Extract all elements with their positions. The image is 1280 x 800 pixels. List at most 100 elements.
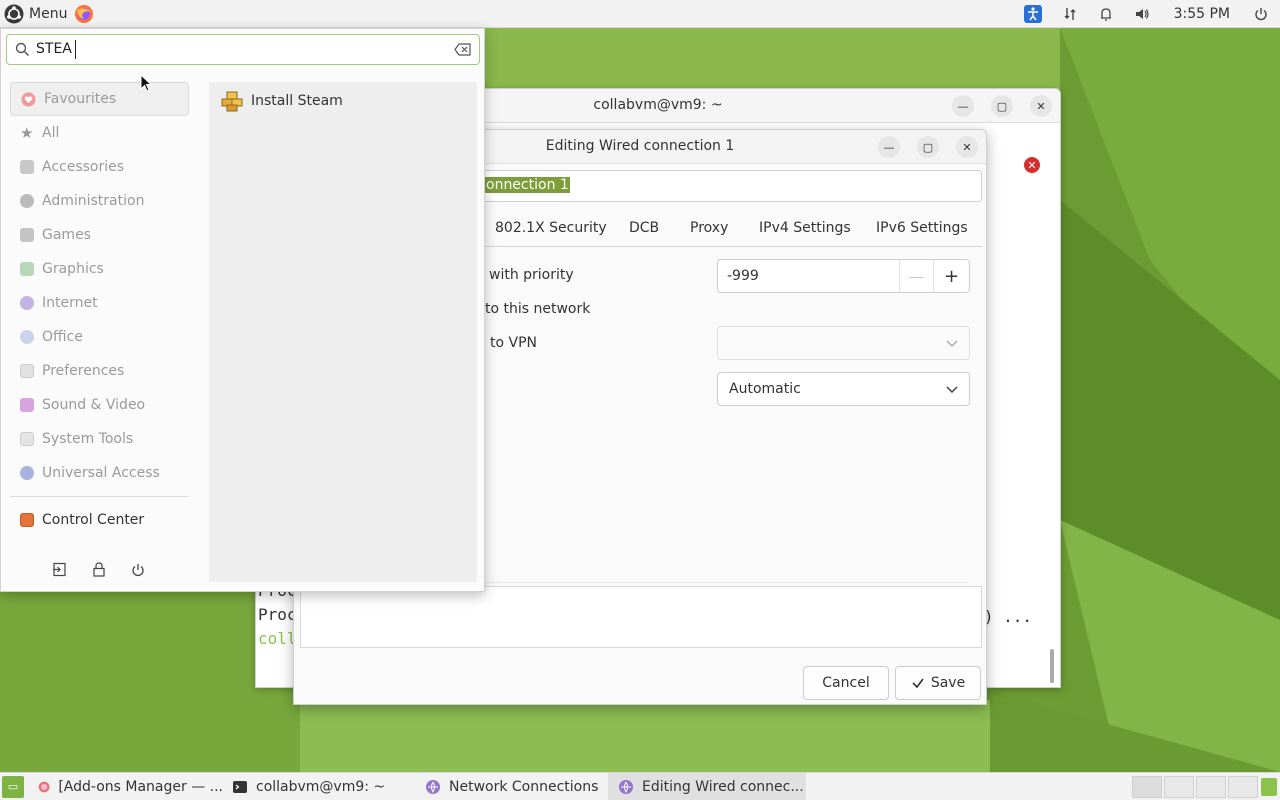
graphics-icon [20,262,34,276]
steam-installer-icon [221,91,243,112]
search-icon [15,42,30,57]
control-center-item[interactable]: Control Center [10,503,189,537]
clear-search-icon[interactable] [454,43,472,56]
notifications-indicator[interactable] [1088,0,1124,28]
star-icon: ★ [20,124,34,142]
save-button[interactable]: Save [895,666,981,700]
task-addons-manager[interactable]: [Add-ons Manager — ... [28,773,223,800]
result-install-steam[interactable]: Install Steam [221,90,343,112]
power-icon [1255,8,1267,21]
category-accessories[interactable]: Accessories [10,150,189,184]
result-label: Install Steam [251,93,343,109]
terminal-line-trailing: ) ... [983,607,1032,626]
tab-dcb[interactable]: DCB [629,220,659,236]
internet-icon [20,296,34,310]
tab-ipv4-settings[interactable]: IPv4 Settings [759,220,851,236]
search-results: Install Steam [209,82,477,582]
tab-proxy[interactable]: Proxy [690,220,728,236]
tab-ipv6-settings[interactable]: IPv6 Settings [876,220,968,236]
show-desktop-button[interactable]: ▭ [2,775,24,798]
firewall-zone-select[interactable]: Automatic [717,372,970,406]
category-sound-video[interactable]: Sound & Video [10,388,189,422]
priority-label: with priority [489,267,574,283]
terminal-close-button[interactable]: ✕ [1030,95,1052,117]
category-universal-access[interactable]: Universal Access [10,456,189,490]
workspace-4[interactable] [1228,776,1258,798]
chevron-down-icon [946,340,958,348]
accessibility-indicator[interactable] [1014,0,1052,28]
preferences-icon [20,364,34,378]
dialog-close-button[interactable]: ✕ [956,136,978,158]
divider [10,496,189,497]
task-label: Editing Wired connec... [642,779,804,795]
terminal-maximize-button[interactable]: ▢ [991,95,1013,117]
category-label: Favourites [44,91,117,107]
category-list: Favourites ★ All Accessories Administrat… [10,82,189,537]
plus-icon: + [943,265,960,287]
text-caret [75,40,76,59]
shutdown-button[interactable] [129,561,146,578]
category-system-tools[interactable]: System Tools [10,422,189,456]
accessibility-icon [1023,5,1042,23]
terminal-minimize-button[interactable]: — [952,95,974,117]
power-indicator[interactable] [1244,0,1280,28]
task-editing-wired-connection[interactable]: Editing Wired connec... [608,773,806,800]
maximize-icon: ▢ [996,99,1008,113]
lock-screen-button[interactable] [90,561,107,578]
trash-icon[interactable] [1261,778,1277,796]
search-value: STEA [36,41,72,57]
vpn-select[interactable] [717,326,970,360]
cancel-button[interactable]: Cancel [803,666,889,700]
workspace-2[interactable] [1164,776,1194,798]
category-label: Games [42,227,91,243]
category-internet[interactable]: Internet [10,286,189,320]
category-office[interactable]: Office [10,320,189,354]
save-label: Save [930,675,966,691]
priority-increment-button[interactable]: + [933,260,969,292]
priority-stepper[interactable]: -999 — + [717,259,970,293]
category-label: Office [42,329,83,345]
category-label: Administration [42,193,145,209]
close-icon: ✕ [962,140,972,154]
control-center-icon [20,513,34,527]
network-indicator[interactable] [1052,0,1088,28]
workspace-1[interactable] [1132,776,1162,798]
notifications-icon [1100,8,1111,21]
category-label: Accessories [42,159,125,175]
category-all[interactable]: ★ All [10,116,189,150]
priority-value: -999 [727,268,759,284]
category-preferences[interactable]: Preferences [10,354,189,388]
task-network-connections[interactable]: Network Connections [415,773,608,800]
application-menu[interactable]: STEA Favourites ★ All Accessories Admini… [0,28,485,592]
lock-icon [92,562,105,577]
firefox-launcher[interactable] [73,3,95,25]
error-icon: ✕ [1024,157,1040,173]
task-label: collabvm@vm9: ~ [256,779,386,795]
network-connections-icon [426,780,440,794]
logout-icon [53,562,66,577]
tab-8021x-security[interactable]: 802.1X Security [495,220,607,236]
clock[interactable]: 3:55 PM [1160,6,1244,22]
category-label: Sound & Video [42,397,146,413]
category-games[interactable]: Games [10,218,189,252]
dialog-minimize-button[interactable]: — [878,136,900,158]
task-terminal[interactable]: collabvm@vm9: ~ [222,773,415,800]
firefox-icon [75,4,94,23]
category-administration[interactable]: Administration [10,184,189,218]
ubuntu-mate-icon [4,4,24,23]
mouse-cursor-icon [140,74,153,92]
main-menu-button[interactable]: Menu [0,0,71,28]
games-icon [20,228,34,242]
dialog-maximize-button[interactable]: ▢ [917,136,939,158]
workspace-3[interactable] [1196,776,1226,798]
terminal-scrollbar[interactable] [1050,649,1054,683]
maximize-icon: ▢ [922,140,934,154]
category-favourites[interactable]: Favourites [10,82,189,116]
volume-indicator[interactable] [1124,0,1160,28]
category-graphics[interactable]: Graphics [10,252,189,286]
app-search-input[interactable]: STEA [6,34,480,65]
priority-decrement-button[interactable]: — [899,260,933,292]
terminal-line: Proc [258,605,297,624]
task-label: [Add-ons Manager — ... [58,779,223,795]
logout-button[interactable] [51,561,68,578]
